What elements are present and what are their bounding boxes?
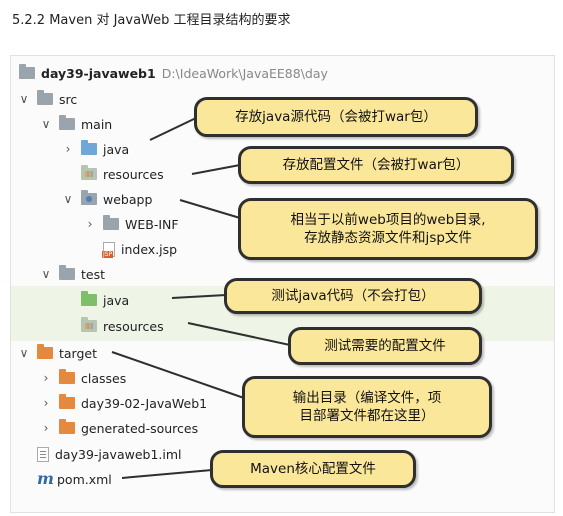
callout-pom: Maven核心配置文件 bbox=[210, 450, 416, 488]
connector-test-resources bbox=[187, 322, 291, 346]
connector-test-java bbox=[171, 294, 227, 299]
connector-webapp bbox=[179, 199, 241, 219]
callout-target-line1: 输出目录（编译文件，项 bbox=[292, 390, 442, 406]
callout-target: 输出目录（编译文件，项 目部署文件都在这里） bbox=[242, 376, 492, 438]
callout-main-java: 存放java源代码（会被打war包） bbox=[194, 97, 478, 137]
connector-main-java bbox=[149, 117, 197, 141]
callout-test-java: 测试java代码（不会打包） bbox=[224, 278, 482, 314]
callout-webapp-line2: 存放静态资源文件和jsp文件 bbox=[304, 230, 472, 246]
connector-target bbox=[111, 351, 245, 399]
callout-main-resources: 存放配置文件（会被打war包） bbox=[238, 146, 514, 184]
callout-test-resources: 测试需要的配置文件 bbox=[288, 327, 482, 365]
callout-webapp: 相当于以前web项目的web目录, 存放静态资源文件和jsp文件 bbox=[238, 198, 538, 260]
connector-pom bbox=[121, 469, 213, 479]
callout-target-line2: 目部署文件都在这里） bbox=[299, 408, 435, 424]
callout-webapp-line1: 相当于以前web项目的web目录, bbox=[290, 212, 486, 228]
connector-main-resources bbox=[191, 164, 241, 175]
